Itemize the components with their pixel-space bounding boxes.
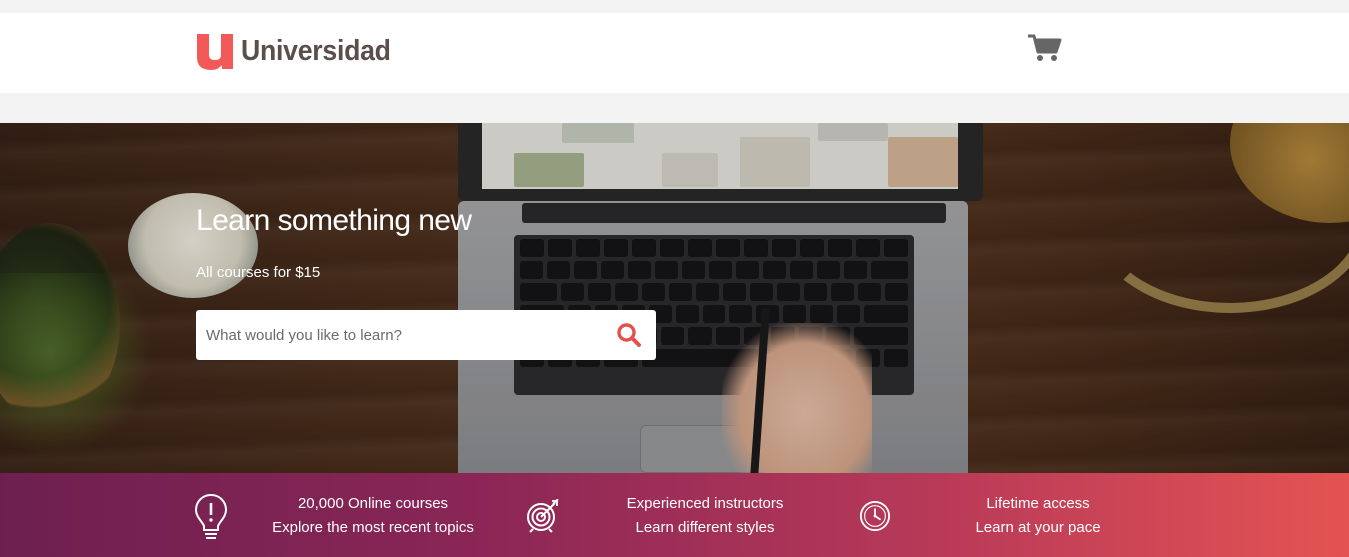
feature-courses-text: 20,000 Online courses Explore the most r… [262,492,484,540]
feature-access-title: Lifetime access [986,495,1090,512]
course-search-box [196,310,656,360]
header-spacer [0,93,1349,123]
search-icon[interactable] [616,322,642,348]
brand-name: Universidad [241,34,391,67]
feature-courses-desc: Explore the most recent topics [272,519,474,536]
clock-icon [859,500,891,537]
feature-access-text: Lifetime access Learn at your pace [960,492,1116,540]
logo-mark-icon [197,34,233,70]
top-strip [0,0,1349,13]
feature-courses-title: 20,000 Online courses [297,495,449,512]
feature-instructors-title: Experienced instructors [626,495,784,512]
hero-subtitle: All courses for $15 [196,264,321,281]
site-header: Universidad [0,13,1349,93]
feature-instructors-text: Experienced instructors Learn different … [615,492,795,540]
hero-section: Learn something new All courses for $15 [0,123,1349,473]
lightbulb-icon [193,492,229,547]
brand-logo[interactable]: Universidad [195,31,404,71]
features-band: 20,000 Online courses Explore the most r… [0,473,1349,557]
hero-overlay [0,123,1349,473]
search-input[interactable] [196,310,606,360]
hero-title: Learn something new [196,204,472,237]
shopping-cart-icon[interactable] [1027,33,1063,63]
feature-access-desc: Learn at your pace [975,519,1101,536]
target-icon [526,498,560,538]
feature-instructors-desc: Learn different styles [635,519,775,536]
feature-courses: 20,000 Online courses Explore the most r… [0,473,1349,557]
